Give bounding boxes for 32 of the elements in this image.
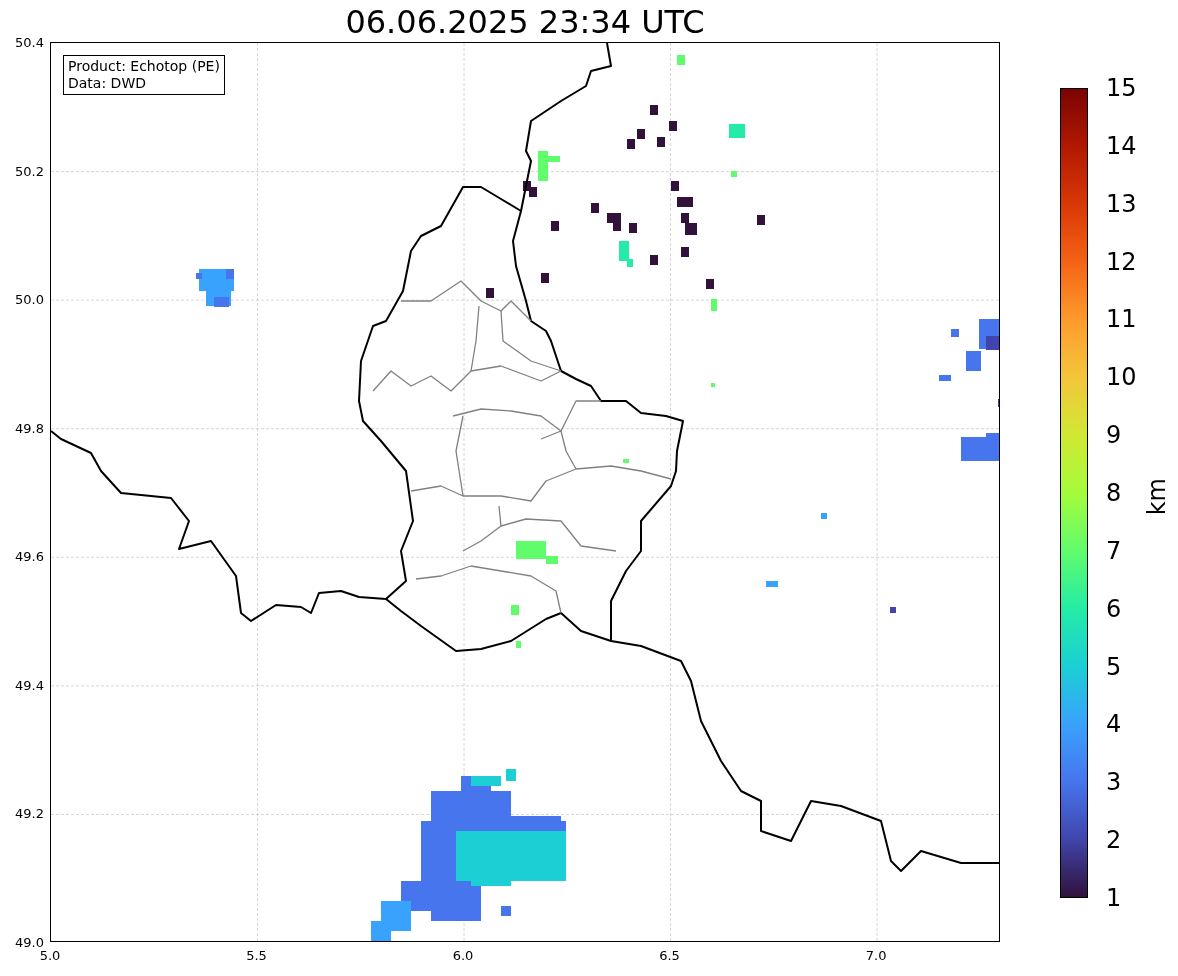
chart-title: 06.06.2025 23:34 UTC [344, 2, 706, 42]
colorbar-tick-label: 4 [1106, 710, 1122, 739]
colorbar-tick-label: 2 [1106, 826, 1122, 855]
y-tick-label: 49.2 [14, 805, 44, 821]
y-tick-label: 50.0 [14, 291, 44, 307]
colorbar-tick-label: 15 [1106, 74, 1137, 102]
colorbar-tick-label: 5 [1106, 652, 1122, 681]
colorbar-tick-label: 3 [1106, 768, 1122, 797]
colorbar-tick-label: 11 [1106, 305, 1137, 334]
x-tick-label: 6.5 [659, 948, 680, 963]
colorbar-label: km [1143, 478, 1171, 516]
x-tick-label: 6.0 [452, 948, 474, 963]
y-tick-label: 49.0 [14, 934, 44, 950]
colorbar-tick-label: 12 [1106, 247, 1137, 276]
colorbar-tick-label: 9 [1106, 421, 1122, 450]
colorbar-tick-label: 14 [1106, 131, 1137, 160]
legend-text: Data: DWD [68, 75, 147, 92]
y-tick-label: 50.2 [14, 163, 44, 179]
colorbar-tick-label: 6 [1106, 594, 1122, 623]
y-tick-label: 49.4 [14, 677, 44, 693]
colorbar-tick-label: 7 [1106, 536, 1122, 565]
y-tick-label: 50.4 [14, 34, 44, 50]
y-tick-label: 49.8 [14, 420, 44, 436]
colorbar-tick-label: 10 [1106, 363, 1137, 392]
y-tick-label: 49.6 [14, 548, 44, 564]
colorbar-tick-label: 1 [1106, 884, 1122, 912]
colorbar-tick-label: 8 [1106, 479, 1122, 507]
x-tick-label: 7.0 [865, 948, 887, 963]
x-tick-label: 5.5 [246, 948, 267, 963]
legend-text: Product: Echotop (PE) [68, 58, 220, 75]
colorbar-tick-label: 13 [1106, 189, 1137, 218]
x-tick-label: 5.0 [39, 948, 61, 963]
